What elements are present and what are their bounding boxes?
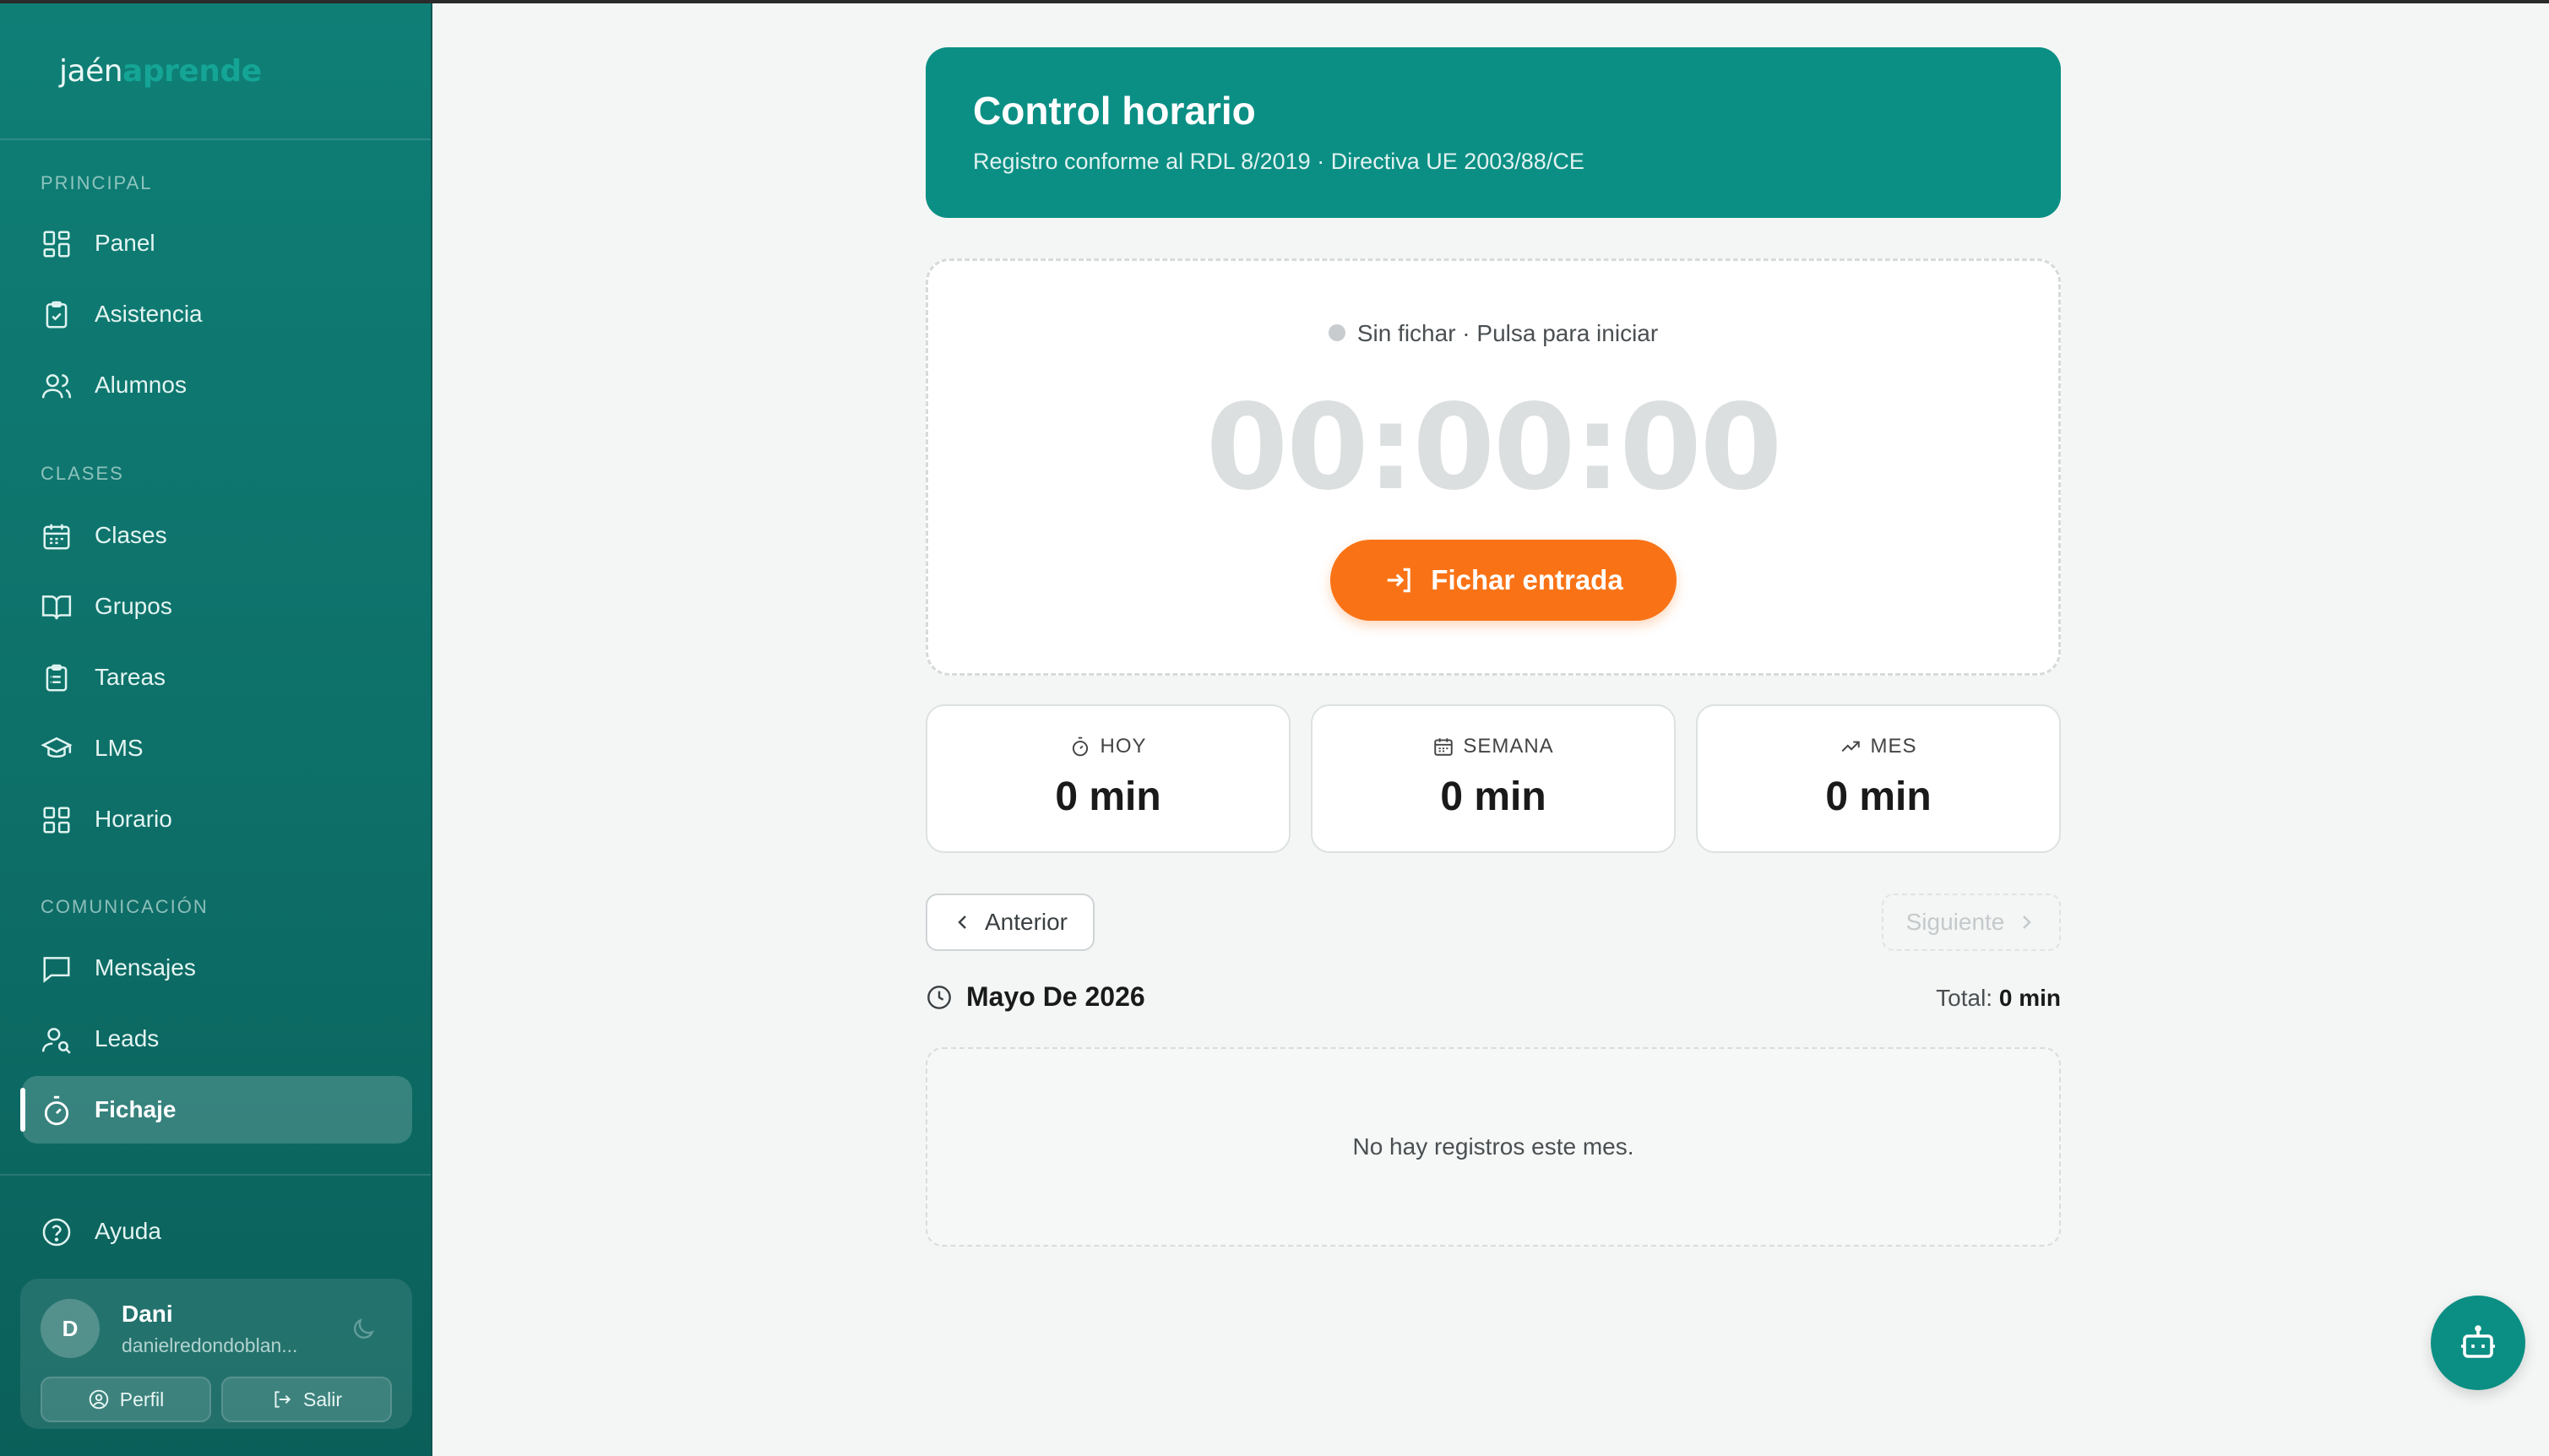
bot-icon [2461, 1325, 2495, 1358]
brand-logo-part2: aprende [122, 54, 262, 89]
previous-button-label: Anterior [984, 909, 1068, 935]
moon-icon[interactable] [350, 1316, 377, 1343]
stat-card-today: HOY 0 min [926, 704, 1291, 853]
log-in-icon [1388, 568, 1410, 593]
empty-state-message: No hay registros este mes. [1352, 1133, 1634, 1160]
records-list: No hay registros este mes. [926, 1047, 2061, 1247]
avatar: D [41, 1299, 100, 1358]
logout-button[interactable]: Salir [221, 1377, 392, 1422]
graduation-cap-icon [41, 733, 73, 765]
user-circle-icon [89, 1389, 109, 1410]
sidebar-item-label: LMS [95, 735, 144, 761]
clock-status: Sin fichar · Pulsa para iniciar [928, 320, 2058, 347]
main-content: Control horario Registro conforme al RDL… [432, 3, 2549, 1456]
grid-icon [41, 228, 73, 260]
sidebar-item-label: Ayuda [95, 1218, 161, 1244]
profile-button[interactable]: Perfil [41, 1377, 211, 1422]
month-total-value: 0 min [1998, 985, 2061, 1011]
sidebar-item-label: Leads [95, 1025, 160, 1051]
month-total: Total: 0 min [1936, 985, 2061, 1012]
logout-button-label: Salir [302, 1388, 342, 1410]
stat-card-month: MES 0 min [1696, 704, 2061, 853]
brand-logo[interactable]: jaénaprende [59, 54, 262, 89]
chevron-left-icon [958, 915, 966, 929]
user-search-icon [41, 1024, 73, 1056]
sidebar-item-label: Alumnos [95, 372, 187, 398]
profile-button-label: Perfil [119, 1388, 165, 1410]
sidebar-item-panel[interactable]: Panel [22, 209, 412, 277]
log-out-icon [274, 1391, 291, 1408]
sidebar-item-label: Panel [95, 230, 155, 256]
sidebar-item-ayuda[interactable]: Ayuda [22, 1198, 412, 1265]
trending-up-icon [1842, 741, 1861, 752]
sidebar-item-label: Fichaje [95, 1096, 177, 1122]
stopwatch-icon [41, 1095, 73, 1127]
user-email: danielredondoblan... [122, 1334, 298, 1356]
page-header: Control horario Registro conforme al RDL… [926, 47, 2061, 218]
month-header: Mayo De 2026 Total: 0 min [926, 981, 2061, 1019]
users-icon [41, 370, 73, 402]
stopwatch-icon [1073, 736, 1089, 757]
clock-status-text: Sin fichar · Pulsa para iniciar [1356, 320, 1659, 346]
sidebar-item-leads[interactable]: Leads [22, 1005, 412, 1073]
calendar-icon [41, 520, 73, 552]
message-square-icon [41, 953, 73, 985]
stat-label: HOY [1100, 735, 1147, 758]
sidebar: jaénaprende PRINCIPAL Panel Asistencia A… [0, 3, 432, 1456]
clock-card: Sin fichar · Pulsa para iniciar 00:00:00… [926, 258, 2061, 676]
next-month-button[interactable]: Siguiente [1882, 894, 2061, 951]
app-window: jaénaprende PRINCIPAL Panel Asistencia A… [0, 0, 2549, 1456]
clock-icon [927, 985, 951, 1009]
sidebar-item-lms[interactable]: LMS [22, 714, 412, 782]
sidebar-item-label: Horario [95, 806, 172, 832]
clock-in-button-label: Fichar entrada [1431, 564, 1623, 595]
page-title: Control horario [973, 89, 1256, 133]
clipboard-list-icon [41, 662, 73, 694]
stat-label: SEMANA [1463, 735, 1554, 758]
stat-value: 0 min [1440, 774, 1546, 819]
sidebar-item-label: Asistencia [95, 301, 203, 327]
sidebar-item-alumnos[interactable]: Alumnos [22, 351, 412, 419]
clock-in-button[interactable]: Fichar entrada [1330, 540, 1677, 621]
page-subtitle: Registro conforme al RDL 8/2019 · Direct… [973, 149, 1584, 174]
section-label-principal: PRINCIPAL [41, 172, 153, 193]
brand-logo-part1: jaén [59, 54, 123, 89]
stat-card-week: SEMANA 0 min [1311, 704, 1676, 853]
sidebar-item-horario[interactable]: Horario [22, 785, 412, 853]
month-total-label: Total: [1936, 985, 1993, 1011]
book-open-icon [41, 591, 73, 623]
sidebar-item-label: Clases [95, 522, 167, 548]
sidebar-item-label: Mensajes [95, 954, 196, 981]
status-dot-icon [1328, 323, 1345, 341]
stat-value: 0 min [1055, 774, 1161, 819]
sidebar-item-clases[interactable]: Clases [22, 502, 412, 569]
sidebar-item-label: Grupos [95, 593, 172, 619]
stat-value: 0 min [1825, 774, 1932, 819]
help-circle-icon [41, 1216, 73, 1248]
sidebar-item-fichaje[interactable]: Fichaje [20, 1076, 412, 1144]
grid-icon [41, 804, 73, 836]
assistant-bot-button[interactable] [2431, 1296, 2525, 1390]
sidebar-item-tareas[interactable]: Tareas [22, 644, 412, 711]
previous-month-button[interactable]: Anterior [926, 894, 1095, 951]
section-label-comunicacion: COMUNICACIÓN [41, 896, 209, 917]
user-card: D Dani danielredondoblan... Perfil Salir [20, 1279, 412, 1429]
timer-display: 00:00:00 [1205, 379, 1782, 517]
month-title: Mayo De 2026 [966, 981, 1145, 1012]
section-label-clases: CLASES [41, 463, 124, 484]
calendar-icon [1434, 738, 1454, 756]
user-name: Dani [122, 1301, 173, 1327]
clipboard-check-icon [41, 299, 73, 331]
next-button-label: Siguiente [1905, 909, 2005, 935]
stat-label: MES [1870, 735, 1917, 758]
sidebar-item-mensajes[interactable]: Mensajes [22, 934, 412, 1002]
sidebar-item-grupos[interactable]: Grupos [22, 573, 412, 640]
chevron-right-icon [2023, 915, 2032, 929]
sidebar-item-asistencia[interactable]: Asistencia [22, 280, 412, 348]
sidebar-item-label: Tareas [95, 664, 166, 690]
divider [0, 1174, 431, 1176]
divider [0, 139, 431, 140]
